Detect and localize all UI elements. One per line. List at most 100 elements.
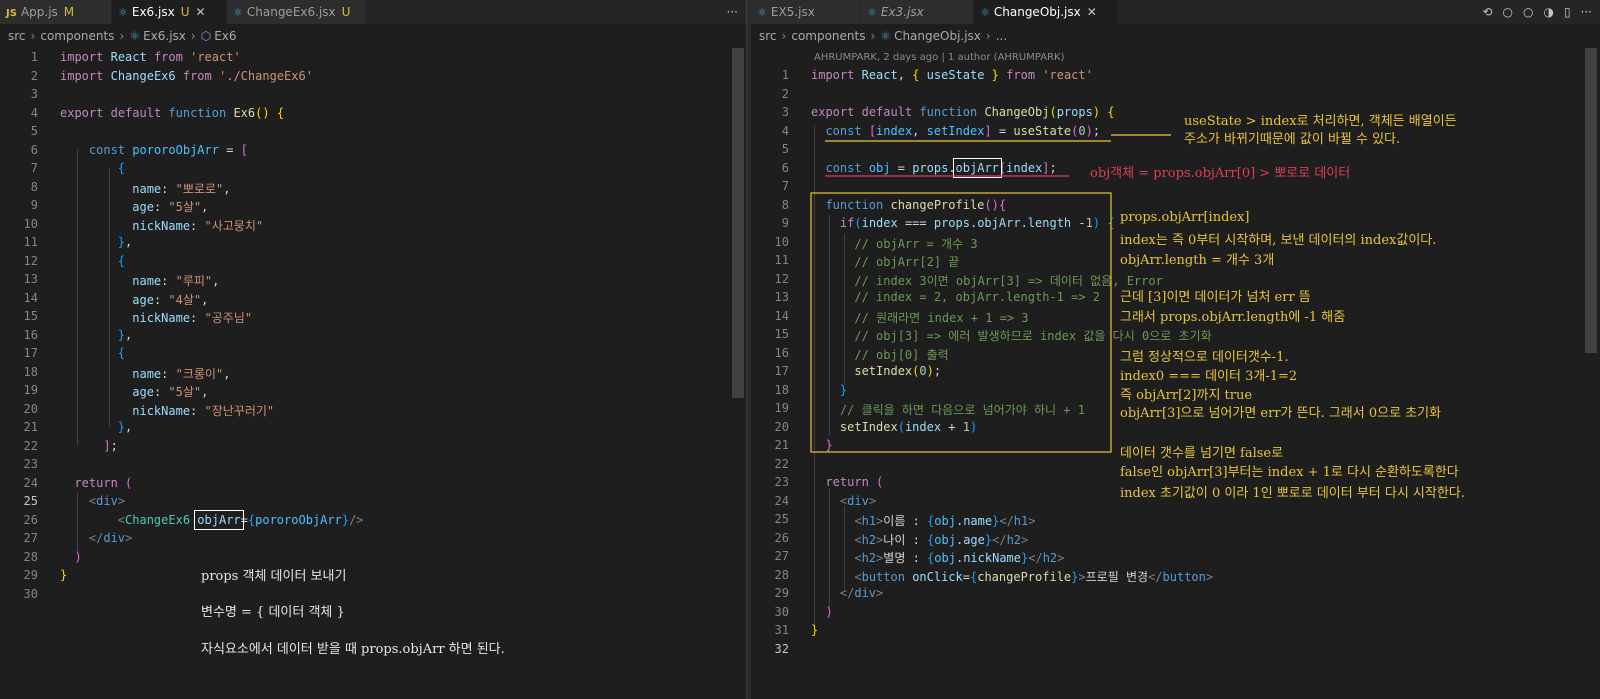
annotation-text: 근데 [3]이면 데이터가 넘처 err 뜸: [1120, 290, 1311, 305]
code-line[interactable]: },: [60, 235, 132, 249]
code-line[interactable]: name: "뽀로로",: [60, 180, 230, 197]
line-number: 14: [23, 290, 38, 305]
line-number: 26: [23, 512, 38, 527]
code-line[interactable]: ];: [60, 439, 117, 453]
react-file-icon: ⚛: [233, 6, 243, 19]
code-line[interactable]: age: "5살",: [60, 383, 208, 400]
line-number: 24: [23, 475, 38, 490]
line-number: 8: [30, 179, 38, 194]
annotation-text: false인 objArr[3]부터는 index + 1로 다시 순환하도록한…: [1120, 465, 1459, 480]
line-number: 4: [30, 105, 38, 120]
line-number: 19: [23, 383, 38, 397]
line-number: 29: [23, 568, 38, 582]
line-number: 12: [23, 253, 38, 268]
line-number: 25: [23, 494, 38, 508]
react-file-icon: ⚛: [118, 6, 128, 19]
line-number: 11: [23, 235, 38, 249]
breadcrumb-item[interactable]: Ex6.jsx: [143, 29, 186, 43]
annotation-text: objArr.length = 개수 3개: [1120, 253, 1275, 268]
vertical-scrollbar[interactable]: [1585, 48, 1597, 353]
left-editor-pane: JS App.js M ⚛ Ex6.jsx U ✕ ⚛ ChangeEx6.jsx U ···…: [0, 0, 746, 699]
line-number: 21: [23, 420, 38, 434]
code-line[interactable]: {: [60, 161, 125, 175]
vertical-scrollbar[interactable]: [732, 48, 744, 398]
more-actions-button[interactable]: ···: [717, 0, 738, 24]
annotation-text: index 초기값이 0 이라 1인 뽀로로 데이터 부터 다시 시작한다.: [1120, 486, 1465, 501]
code-line[interactable]: const pororoObjArr = [: [60, 143, 248, 157]
tab-ex6-jsx[interactable]: ⚛ Ex6.jsx U ✕: [112, 0, 227, 24]
untracked-badge: U: [341, 5, 351, 19]
annotation-text: index0 === 데이터 3개-1=2: [1120, 369, 1298, 384]
breadcrumb: src › components › ⚛ Ex6.jsx › ⬡ Ex6: [0, 25, 746, 47]
tab-changeex6-jsx[interactable]: ⚛ ChangeEx6.jsx U: [227, 0, 367, 24]
code-line[interactable]: </div>: [60, 531, 132, 545]
close-icon[interactable]: ✕: [196, 5, 206, 19]
annotation-text: props.objArr[index]: [1120, 210, 1250, 225]
annotation-text: 자식요소에서 데이터 받을 때 props.objArr 하면 된다.: [201, 642, 505, 657]
line-number: 1: [30, 50, 38, 64]
annotation-text: index는 즉 0부터 시작하며, 보낸 데이터의 index값이다.: [1120, 233, 1437, 248]
line-number: 23: [23, 457, 38, 471]
line-number: 13: [23, 272, 38, 286]
modified-badge: M: [63, 5, 75, 19]
line-number: 28: [23, 549, 38, 564]
react-file-icon: ⚛: [129, 29, 141, 43]
code-line[interactable]: nickName: "사고뭉치": [60, 217, 263, 234]
line-number: 10: [23, 216, 38, 231]
line-number: 7: [30, 161, 38, 175]
chevron-right-icon: ›: [30, 29, 36, 43]
code-line[interactable]: <div>: [60, 494, 125, 508]
code-line[interactable]: import ChangeEx6 from './ChangeEx6': [60, 69, 313, 83]
code-line[interactable]: {: [60, 346, 125, 360]
code-line[interactable]: <ChangeEx6 objArr={pororoObjArr}/>: [60, 509, 364, 530]
chevron-right-icon: ›: [119, 29, 125, 43]
annotation-text: 즉 objArr[2]까지 true: [1120, 388, 1253, 403]
line-number: 15: [23, 309, 38, 323]
code-line[interactable]: name: "크롱이",: [60, 365, 230, 382]
annotation-text: obj객체 = props.objArr[0] > 뽀로로 데이터: [1090, 166, 1351, 181]
line-number: 5: [30, 124, 38, 138]
code-line[interactable]: }: [60, 568, 67, 582]
code-line[interactable]: ): [60, 550, 81, 564]
js-file-icon: JS: [6, 8, 17, 19]
right-editor-pane: ⚛ EX5.jsx ⚛ Ex3.jsx ⚛ ChangeObj.jsx ✕ ⟲ ○ ○ ◑ ▯ ·…: [751, 0, 1600, 699]
line-number: 16: [23, 327, 38, 342]
annotation-text: 그럼 정상적으로 데이터갯수-1.: [1120, 350, 1289, 365]
code-line[interactable]: },: [60, 420, 132, 434]
line-number: 17: [23, 346, 38, 360]
breadcrumb-item[interactable]: components: [40, 29, 114, 43]
code-line[interactable]: return (: [60, 476, 132, 490]
annotation-text: 그래서 props.objArr.length에 -1 해줌: [1120, 310, 1346, 325]
annotation-text: 주소가 바뀌기때문에 값이 바뀔 수 있다.: [1184, 132, 1401, 147]
code-line[interactable]: nickName: "공주님": [60, 309, 252, 326]
annotation-text: useState > index로 처리하면, 객체든 배열이든: [1184, 114, 1457, 129]
line-number: 27: [23, 531, 38, 545]
chevron-right-icon: ›: [190, 29, 196, 43]
breadcrumb-item[interactable]: src: [8, 29, 26, 43]
annotation-text: objArr[3]으로 넘어가면 err가 뜬다. 그래서 0으로 초기화: [1120, 406, 1442, 421]
line-number: 22: [23, 438, 38, 453]
annotation-text: 변수명 = { 데이터 객체 }: [201, 605, 345, 620]
code-line[interactable]: age: "5살",: [60, 198, 208, 215]
annotation-text: props 객체 데이터 보내기: [201, 569, 347, 584]
highlight-box: [810, 192, 1112, 453]
line-number: 30: [23, 586, 38, 601]
code-line[interactable]: nickName: "장난꾸러기": [60, 402, 274, 419]
line-number: 18: [23, 364, 38, 379]
breadcrumb-item[interactable]: Ex6: [214, 29, 236, 43]
code-line[interactable]: import React from 'react': [60, 50, 241, 64]
component-icon: ⬡: [200, 29, 212, 43]
line-number: 2: [30, 68, 38, 83]
code-line[interactable]: },: [60, 328, 132, 342]
untracked-badge: U: [180, 5, 190, 19]
line-number: 20: [23, 401, 38, 416]
tab-app-js[interactable]: JS App.js M: [0, 0, 112, 24]
annotation-text: 데이터 갯수를 넘기면 false로: [1120, 446, 1284, 461]
code-line[interactable]: export default function Ex6() {: [60, 106, 284, 120]
left-tab-bar: JS App.js M ⚛ Ex6.jsx U ✕ ⚛ ChangeEx6.jsx U ···: [0, 0, 746, 24]
code-line[interactable]: {: [60, 254, 125, 268]
line-number: 9: [30, 198, 38, 212]
code-line[interactable]: name: "루피",: [60, 272, 219, 289]
line-number: 3: [30, 87, 38, 101]
code-line[interactable]: age: "4살",: [60, 291, 208, 308]
